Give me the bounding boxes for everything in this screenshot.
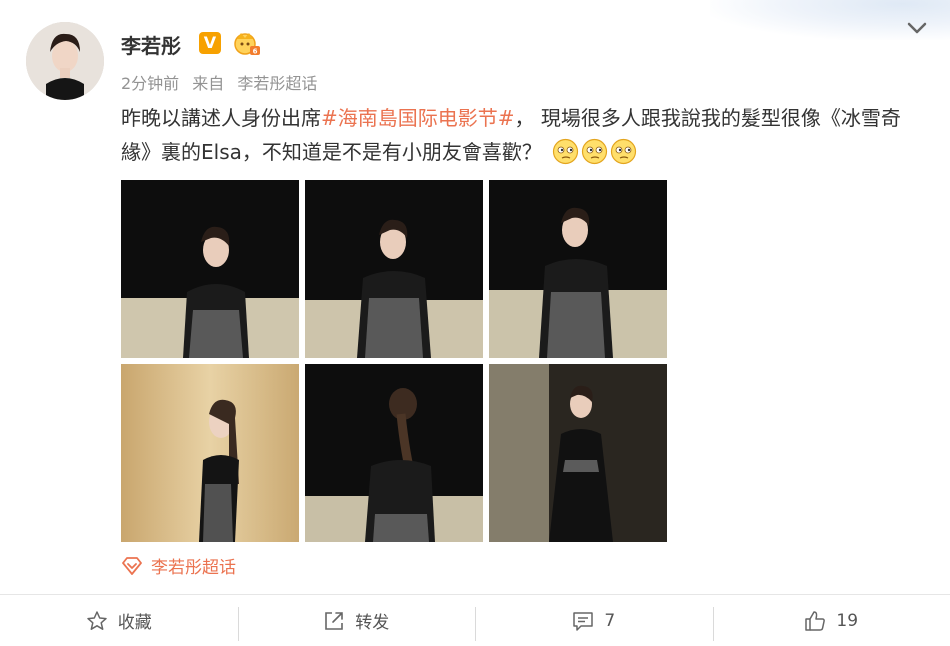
post-time[interactable]: 2分钟前 bbox=[121, 74, 179, 93]
thumbs-up-icon bbox=[805, 610, 826, 631]
author-name[interactable]: 李若彤 bbox=[121, 30, 181, 59]
topic-link[interactable]: #海南島国际电影节# bbox=[321, 106, 515, 130]
photo-2[interactable] bbox=[305, 180, 483, 358]
post-source[interactable]: 李若彤超话 bbox=[237, 74, 317, 93]
photo-3[interactable] bbox=[489, 180, 667, 358]
favorite-label: 收藏 bbox=[117, 613, 152, 633]
favorite-button[interactable]: 收藏 bbox=[0, 595, 238, 646]
comment-button[interactable]: 7 bbox=[475, 595, 713, 646]
action-bar: 收藏 转发 7 19 bbox=[0, 594, 950, 646]
photo-4[interactable] bbox=[121, 364, 299, 542]
repost-label: 转发 bbox=[355, 613, 390, 633]
photo-5[interactable] bbox=[305, 364, 483, 542]
verified-badge-icon: V bbox=[199, 32, 221, 54]
post-meta: 2分钟前 来自 李若彤超话 bbox=[121, 70, 325, 94]
photo-1[interactable] bbox=[121, 180, 299, 358]
chevron-down-icon[interactable] bbox=[906, 20, 928, 36]
supertopic-link[interactable]: 李若彤超话 bbox=[121, 553, 236, 578]
source-prefix: 来自 bbox=[192, 74, 225, 93]
star-icon bbox=[87, 610, 107, 630]
thinking-face-icon bbox=[553, 138, 579, 165]
post-text: 昨晚以講述人身份出席#海南島国际电影节#， 現場很多人跟我說我的髮型很像《冰雪奇… bbox=[121, 101, 921, 169]
post-text-part1: 昨晚以講述人身份出席 bbox=[121, 106, 321, 130]
supertopic-label: 李若彤超话 bbox=[151, 558, 236, 578]
thinking-face-icon bbox=[582, 138, 608, 165]
svg-text:6: 6 bbox=[253, 48, 258, 56]
comment-count: 7 bbox=[604, 610, 616, 631]
share-icon bbox=[325, 611, 344, 630]
supertopic-diamond-icon bbox=[122, 556, 142, 575]
repost-button[interactable]: 转发 bbox=[237, 595, 476, 646]
photo-6[interactable] bbox=[489, 364, 667, 542]
emoji-group bbox=[552, 138, 637, 165]
avatar[interactable] bbox=[26, 22, 104, 100]
like-count: 19 bbox=[836, 610, 859, 631]
crown-badge-icon: 6 bbox=[234, 33, 260, 56]
comment-icon bbox=[573, 611, 594, 631]
like-button[interactable]: 19 bbox=[712, 595, 950, 646]
thinking-face-icon bbox=[611, 138, 637, 165]
